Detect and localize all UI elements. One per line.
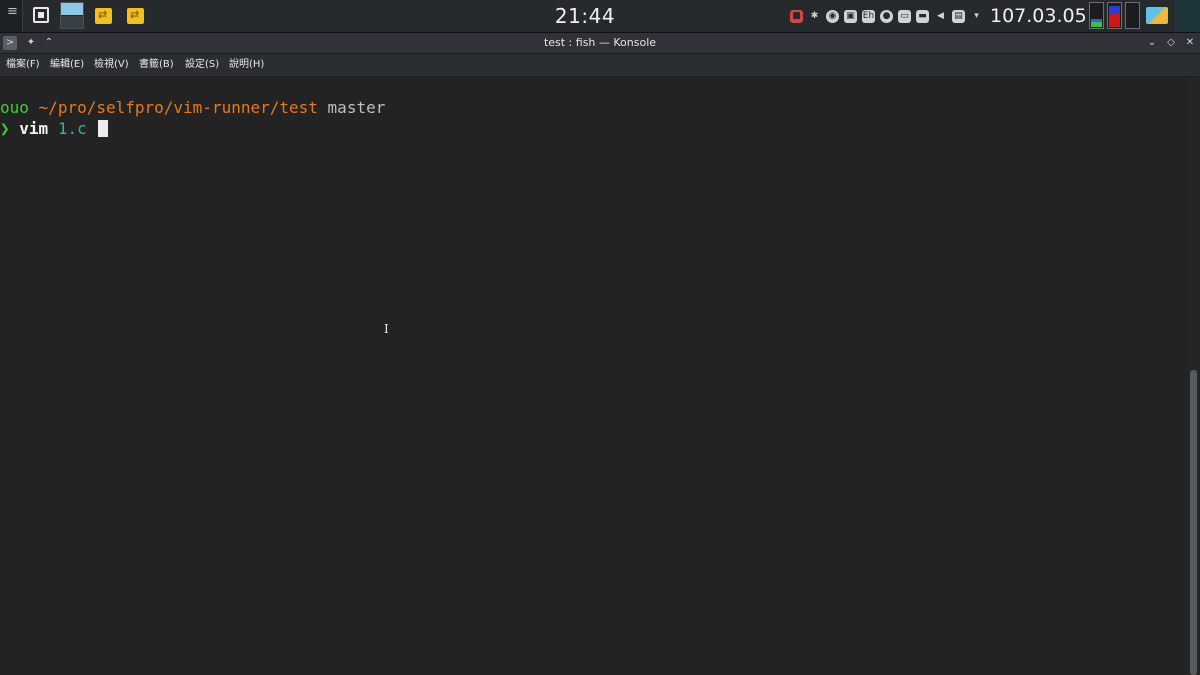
- clock[interactable]: 21:44: [540, 4, 630, 28]
- scrollbar-thumb[interactable]: [1190, 370, 1197, 675]
- prompt-git-branch: master: [327, 98, 386, 117]
- menu-bookmarks[interactable]: 書籤(B): [139, 58, 174, 72]
- menu-file[interactable]: 檔案(F): [6, 58, 40, 72]
- taskbar-app-icon[interactable]: ⇄: [95, 8, 112, 24]
- notes-icon[interactable]: ▤: [952, 9, 965, 23]
- battery-icon[interactable]: ▬: [916, 9, 929, 23]
- terminal-area[interactable]: ouo ~/pro/selfpro/vim-runner/test master…: [0, 77, 1188, 675]
- command-argument: 1.c: [57, 119, 87, 138]
- minimize-icon[interactable]: ⌄: [1145, 36, 1159, 50]
- cpu-load-monitor[interactable]: [1089, 2, 1104, 29]
- command-name: vim: [19, 119, 49, 138]
- show-desktop-icon[interactable]: [1146, 7, 1168, 24]
- window-title: test : fish — Konsole: [543, 36, 657, 49]
- menu-help[interactable]: 說明(H): [229, 58, 264, 72]
- volume-icon[interactable]: ◀: [934, 10, 947, 23]
- desktop-1-preview[interactable]: [61, 3, 83, 15]
- taskbar-app-icon[interactable]: ⇄: [127, 8, 144, 24]
- prompt-user: ouo: [0, 98, 29, 117]
- menu-bar: 檔案(F) 編輯(E) 檢視(V) 書籤(B) 設定(S) 說明(H): [0, 54, 1200, 77]
- memory-monitor[interactable]: [1107, 2, 1122, 29]
- network-globe-icon[interactable]: ●: [880, 9, 893, 23]
- close-icon[interactable]: ✕: [1183, 36, 1197, 50]
- prompt-line: ouo ~/pro/selfpro/vim-runner/test master: [0, 98, 385, 118]
- menu-settings[interactable]: 設定(S): [185, 58, 219, 72]
- prompt-path: ~/pro/selfpro/vim-runner/test: [38, 98, 318, 117]
- text-cursor: [98, 120, 109, 137]
- maximize-icon[interactable]: ◇: [1164, 36, 1178, 50]
- clipboard-icon[interactable]: ▣: [844, 9, 857, 23]
- virtual-desktop-pager[interactable]: [60, 2, 84, 29]
- keep-above-icon[interactable]: ⌃: [42, 36, 56, 50]
- mem-cache-bar: [1109, 6, 1120, 14]
- menu-edit[interactable]: 編輯(E): [50, 58, 84, 72]
- camera-icon[interactable]: ■: [790, 9, 803, 23]
- task-glyph: ⇄: [130, 8, 140, 21]
- bluetooth-icon[interactable]: ✱: [808, 10, 821, 23]
- display-icon[interactable]: ▭: [898, 9, 911, 23]
- date-display[interactable]: 107.03.05: [990, 5, 1087, 27]
- konsole-app-icon[interactable]: >: [3, 36, 17, 50]
- application-launcher-button[interactable]: ≡: [0, 0, 23, 32]
- terminal-scrollbar[interactable]: [1188, 77, 1200, 675]
- menu-icon: ≡: [7, 4, 18, 19]
- cpu-chip-icon[interactable]: [33, 7, 49, 23]
- mouse-ibeam-cursor: I: [384, 322, 389, 336]
- input-method-icon[interactable]: Eh: [862, 9, 875, 23]
- swap-monitor[interactable]: [1125, 2, 1140, 29]
- top-panel: ≡ ⇄ ⇄ 21:44 ■ ✱ ◉ ▣ Eh ● ▭ ▬ ◀ ▤ ▾ 107.0…: [0, 0, 1200, 33]
- mem-used-bar: [1109, 14, 1120, 27]
- desktop-corner: [1175, 0, 1200, 32]
- window-titlebar[interactable]: > ✦ ⌃ test : fish — Konsole ⌄ ◇ ✕: [0, 33, 1200, 54]
- tray-expand-icon[interactable]: ▾: [970, 10, 983, 23]
- command-line[interactable]: ❯ vim 1.c: [0, 119, 109, 139]
- menu-view[interactable]: 檢視(V): [94, 58, 129, 72]
- prompt-arrow: ❯: [0, 119, 10, 138]
- task-glyph: ⇄: [98, 8, 108, 21]
- chrome-icon[interactable]: ◉: [826, 9, 839, 23]
- cpu-user-bar: [1091, 22, 1102, 27]
- desktop-2-preview[interactable]: [61, 16, 83, 28]
- system-tray: ■ ✱ ◉ ▣ Eh ● ▭ ▬ ◀ ▤ ▾: [790, 8, 983, 24]
- pin-icon[interactable]: ✦: [24, 36, 38, 50]
